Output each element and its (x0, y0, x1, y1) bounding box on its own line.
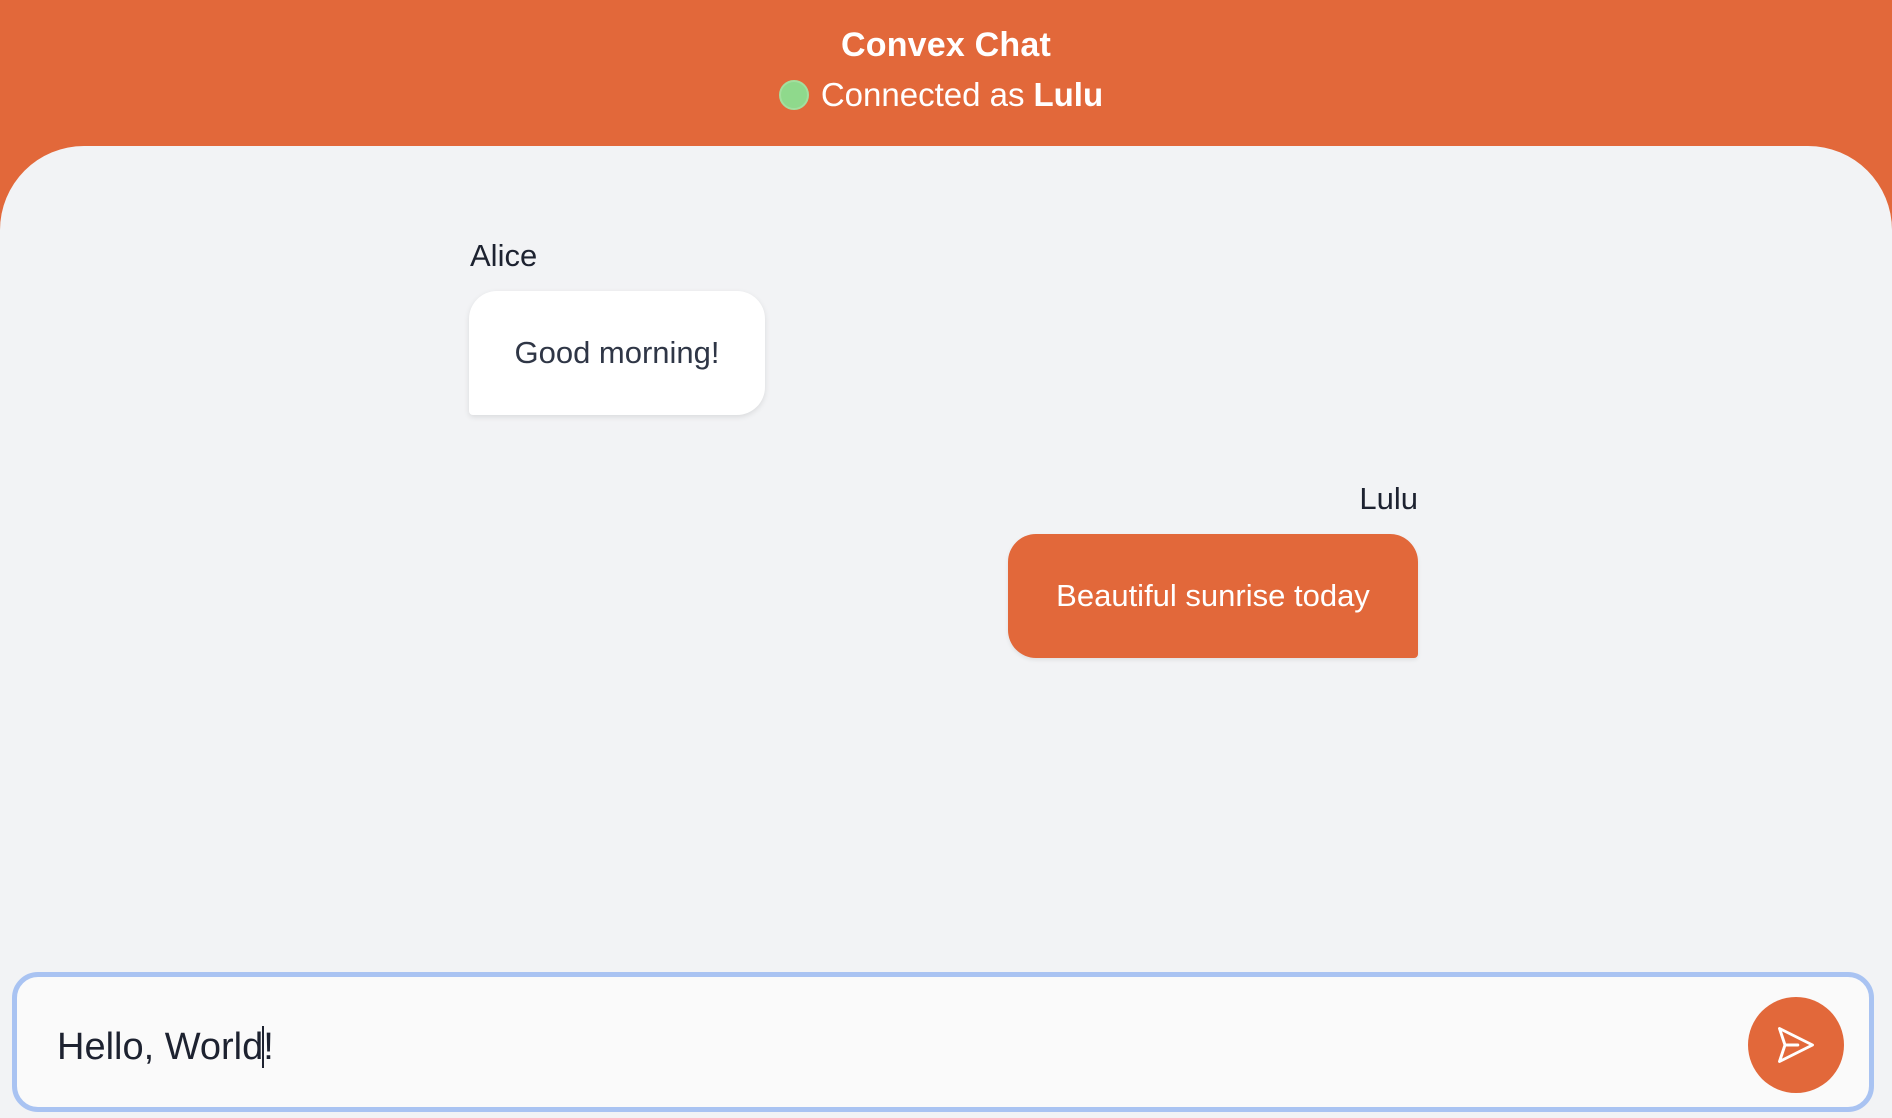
message-author: Alice (470, 238, 538, 273)
send-icon (1778, 1027, 1814, 1063)
status-indicator-icon (778, 80, 809, 110)
text-caret (262, 1026, 264, 1068)
page-title: Convex Chat (840, 26, 1052, 64)
message-bubble: Beautiful sunrise today (1008, 534, 1418, 658)
message-composer (12, 972, 1874, 1112)
chat-header: Convex Chat Connected as Lulu (0, 0, 1892, 146)
connection-status: Connected as Lulu (0, 76, 1892, 114)
message-input[interactable] (57, 1017, 1657, 1077)
chat-app: Convex Chat Connected as Lulu Alice Good… (0, 0, 1892, 1118)
status-username: Lulu (1033, 76, 1104, 113)
message-author: Lulu (1359, 481, 1418, 516)
status-text: Connected as (820, 76, 1025, 113)
send-button[interactable] (1748, 997, 1844, 1093)
message-bubble: Good morning! (469, 291, 765, 415)
